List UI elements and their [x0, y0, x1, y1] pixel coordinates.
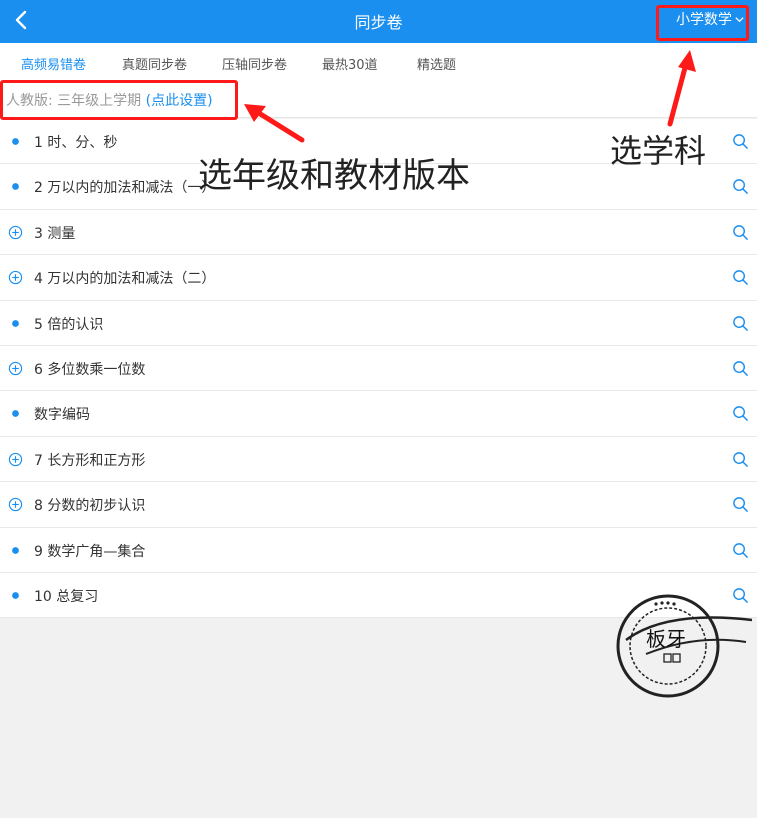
edition-setting[interactable]: 人教版: 三年级上学期 (点此设置): [6, 90, 213, 110]
chapter-row[interactable]: 1 时、分、秒: [0, 119, 757, 165]
tab-hottest-30[interactable]: 最热30道: [322, 54, 378, 73]
expand-plus-icon[interactable]: [8, 452, 23, 467]
tab-challenge-sync[interactable]: 压轴同步卷: [222, 54, 287, 73]
chapter-title: 7 长方形和正方形: [34, 452, 146, 469]
subject-selector-label: 小学数学: [676, 12, 732, 28]
chapter-row[interactable]: 8 分数的初步认识: [0, 482, 757, 528]
chapter-row[interactable]: 7 长方形和正方形: [0, 437, 757, 483]
search-icon[interactable]: [732, 360, 749, 377]
chapter-title: 8 分数的初步认识: [34, 498, 146, 515]
dot-icon: [12, 546, 19, 554]
chapter-title: 3 测量: [34, 225, 76, 242]
tab-selected-questions[interactable]: 精选题: [417, 54, 456, 73]
search-icon[interactable]: [732, 405, 749, 422]
chapter-title: 2 万以内的加法和减法（一）: [34, 180, 216, 197]
search-icon[interactable]: [732, 133, 749, 150]
dot-icon: [12, 138, 19, 145]
edition-settings-link[interactable]: (点此设置): [146, 93, 213, 109]
chapter-row[interactable]: 4 万以内的加法和减法（二）: [0, 255, 757, 301]
tab-past-exam-sync[interactable]: 真题同步卷: [122, 54, 187, 73]
tab-bar: 高频易错卷 真题同步卷 压轴同步卷 最热30道 精选题: [0, 43, 757, 81]
expand-plus-icon[interactable]: [8, 361, 23, 376]
search-icon[interactable]: [732, 315, 749, 332]
watermark-text: 板牙: [646, 627, 686, 651]
search-icon[interactable]: [732, 451, 749, 468]
chapter-title: 4 万以内的加法和减法（二）: [34, 271, 216, 288]
chapter-title: 9 数学广角—集合: [34, 543, 146, 560]
top-bar: 同步卷 小学数学: [0, 0, 757, 43]
search-icon[interactable]: [732, 269, 749, 286]
chapter-row[interactable]: 数字编码: [0, 391, 757, 437]
dot-icon: [12, 183, 19, 191]
watermark-stamp-icon: 板牙: [616, 594, 752, 698]
search-icon[interactable]: [732, 496, 749, 513]
expand-plus-icon[interactable]: [8, 497, 23, 512]
page-title: 同步卷: [354, 13, 403, 32]
page: 同步卷 小学数学 高频易错卷 真题同步卷 压轴同步卷 最热30道 精选题 人教版…: [0, 0, 757, 818]
chapter-title: 6 多位数乘一位数: [34, 361, 146, 378]
edition-row: 人教版: 三年级上学期 (点此设置): [0, 81, 757, 118]
tab-high-frequency-errors[interactable]: 高频易错卷: [21, 54, 86, 73]
chapter-row[interactable]: 9 数学广角—集合: [0, 528, 757, 573]
search-icon[interactable]: [732, 224, 749, 241]
chapter-row[interactable]: 6 多位数乘一位数: [0, 346, 757, 392]
chapter-title: 5 倍的认识: [34, 316, 104, 333]
edition-label: 人教版: 三年级上学期: [6, 93, 142, 109]
chapter-title: 10 总复习: [34, 588, 99, 605]
expand-plus-icon[interactable]: [8, 225, 23, 240]
dot-icon: [12, 410, 19, 418]
chapter-list: 1 时、分、秒 2 万以内的加法和减法（一） 3 测量 4 万以内的加法和减法（二） 5…: [0, 119, 757, 619]
chapter-row[interactable]: 2 万以内的加法和减法（一）: [0, 164, 757, 210]
chapter-row[interactable]: 3 测量: [0, 210, 757, 256]
chapter-title: 数字编码: [34, 407, 90, 424]
chapter-row[interactable]: 5 倍的认识: [0, 301, 757, 346]
expand-plus-icon[interactable]: [8, 270, 23, 285]
chapter-title: 1 时、分、秒: [34, 135, 118, 151]
subject-selector[interactable]: 小学数学: [676, 9, 745, 29]
search-icon[interactable]: [732, 178, 749, 195]
dot-icon: [12, 319, 19, 327]
dot-icon: [12, 592, 19, 599]
search-icon[interactable]: [732, 542, 749, 559]
chevron-down-icon: [735, 16, 744, 22]
